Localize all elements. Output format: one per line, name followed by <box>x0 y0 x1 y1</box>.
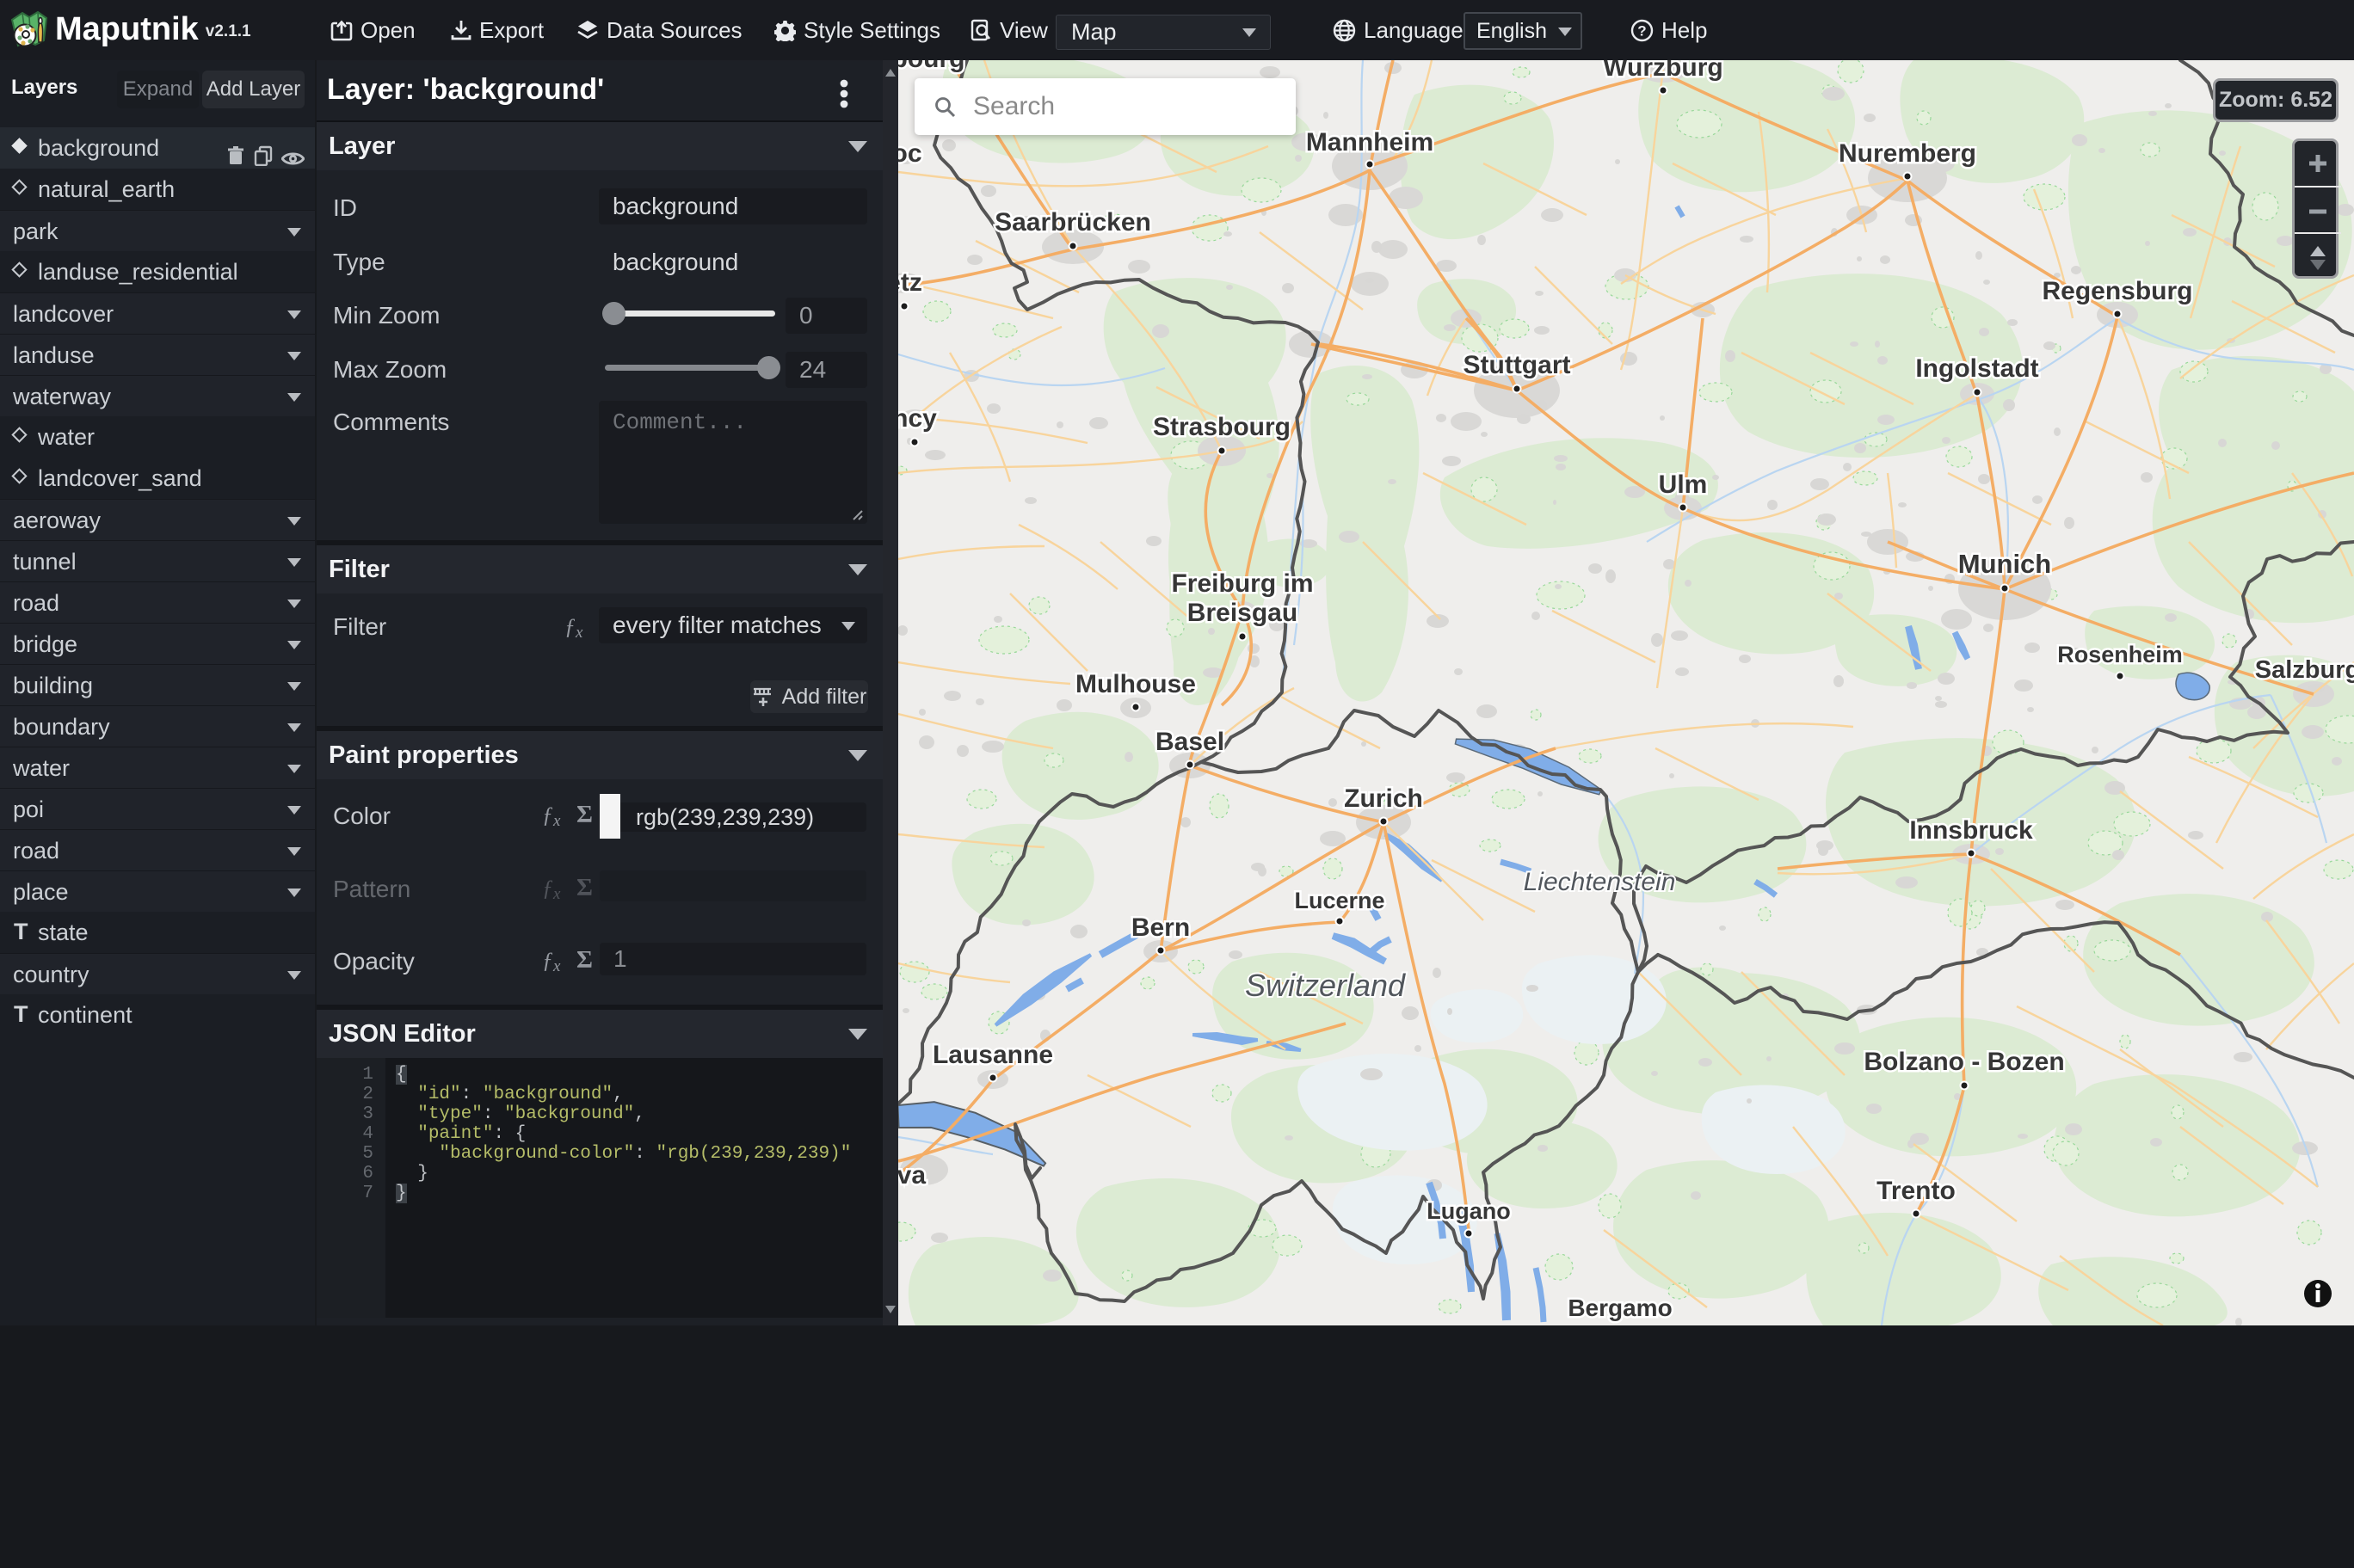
svg-text:Wurzburg: Wurzburg <box>1603 60 1722 82</box>
svg-text:Regensburg: Regensburg <box>2042 277 2192 305</box>
svg-text:Lugano: Lugano <box>1427 1198 1510 1224</box>
svg-text:Liechtenstein: Liechtenstein <box>1524 868 1676 896</box>
svg-text:Innsbruck: Innsbruck <box>1909 816 2033 845</box>
svg-text:Basel: Basel <box>1155 728 1224 756</box>
svg-text:Breisgau: Breisgau <box>1187 599 1297 627</box>
svg-text:Ulm: Ulm <box>1659 470 1708 499</box>
svg-text:Lucerne: Lucerne <box>1294 888 1384 913</box>
svg-text:Stuttgart: Stuttgart <box>1464 351 1571 379</box>
svg-text:Ingolstadt: Ingolstadt <box>1915 354 2038 383</box>
svg-text:Trento: Trento <box>1876 1177 1956 1205</box>
svg-text:Salzburg: Salzburg <box>2255 656 2354 684</box>
svg-text:Mulhouse: Mulhouse <box>1075 670 1196 698</box>
svg-text:Lausanne: Lausanne <box>933 1041 1053 1069</box>
svg-text:etz: etz <box>898 268 922 297</box>
svg-text:Bergamo: Bergamo <box>1568 1294 1672 1321</box>
svg-text:Bern: Bern <box>1131 913 1190 942</box>
svg-text:?: ? <box>1637 22 1646 39</box>
svg-text:oc: oc <box>898 139 922 168</box>
svg-text:Rosenheim: Rosenheim <box>2057 642 2183 667</box>
svg-text:eva: eva <box>898 1161 926 1190</box>
svg-text:bourg: bourg <box>898 60 964 73</box>
svg-text:ncy: ncy <box>898 404 937 433</box>
svg-text:Bolzano - Bozen: Bolzano - Bozen <box>1864 1048 2064 1076</box>
svg-text:Strasbourg: Strasbourg <box>1153 413 1291 441</box>
svg-text:Nuremberg: Nuremberg <box>1839 139 1976 168</box>
svg-text:Zurich: Zurich <box>1344 784 1423 813</box>
svg-text:Saarbrücken: Saarbrücken <box>995 208 1151 237</box>
svg-text:Mannheim: Mannheim <box>1306 128 1433 157</box>
svg-text:Switzerland: Switzerland <box>1245 968 1406 1003</box>
svg-text:Freiburg im: Freiburg im <box>1171 569 1313 598</box>
svg-text:Munich: Munich <box>1958 549 2052 579</box>
